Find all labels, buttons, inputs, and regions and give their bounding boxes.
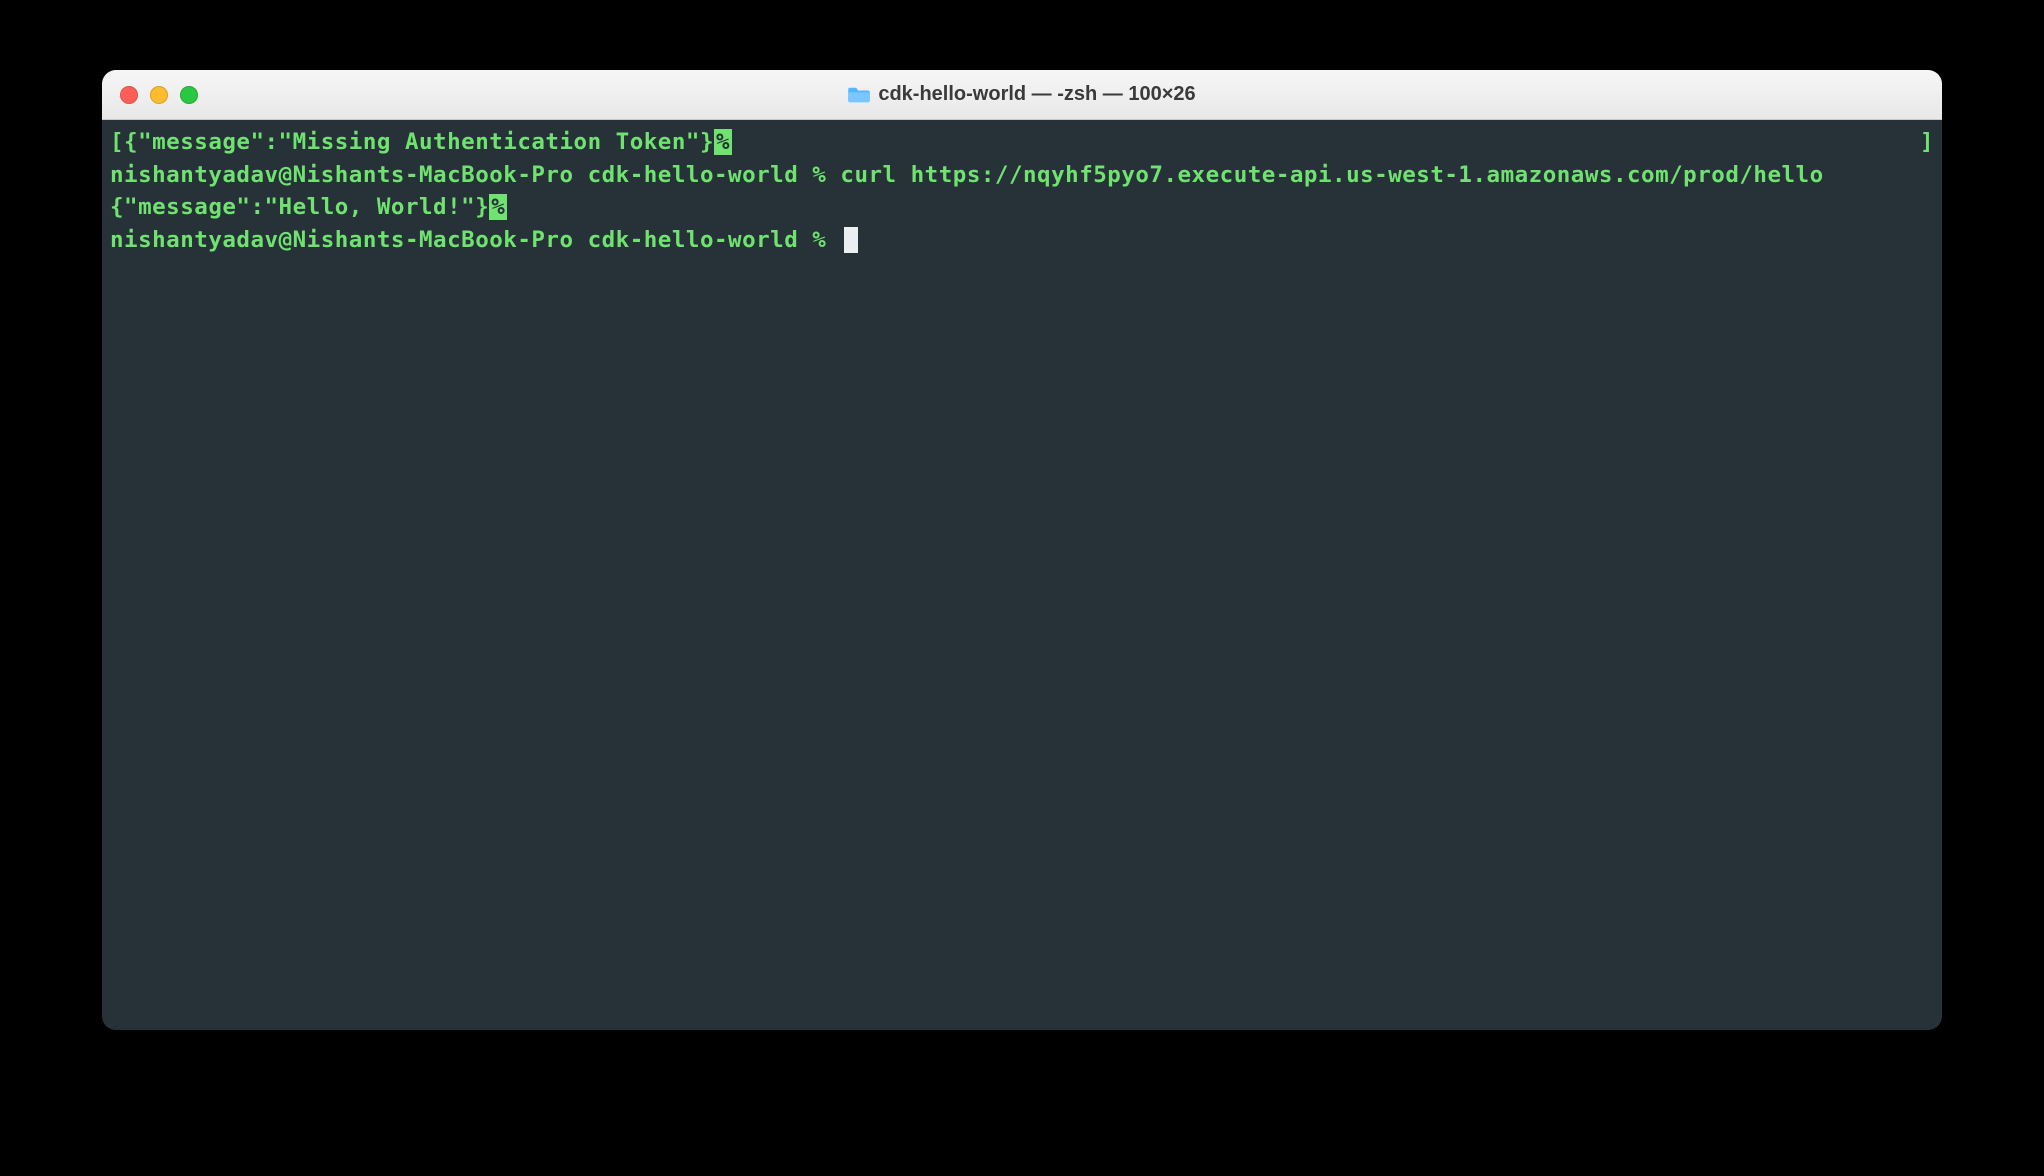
response-text: {"message":"Missing Authentication Token… — [124, 129, 714, 155]
terminal-line: nishantyadav@Nishants-MacBook-Pro cdk-he… — [110, 159, 1934, 192]
traffic-lights — [120, 86, 198, 104]
response-text: {"message":"Hello, World!"} — [110, 194, 489, 220]
close-icon[interactable] — [120, 86, 138, 104]
window-title: cdk-hello-world — -zsh — 100×26 — [102, 83, 1942, 106]
prompt-text: nishantyadav@Nishants-MacBook-Pro cdk-he… — [110, 162, 840, 188]
eol-marker-icon: % — [714, 129, 732, 155]
zoom-icon[interactable] — [180, 86, 198, 104]
terminal-line: [{"message":"Missing Authentication Toke… — [110, 126, 1934, 159]
folder-icon — [848, 86, 870, 104]
window-title-text: cdk-hello-world — -zsh — 100×26 — [878, 83, 1195, 106]
prompt-close-bracket: ] — [1920, 126, 1934, 159]
terminal-line: {"message":"Hello, World!"}% — [110, 191, 1934, 224]
prompt-open-bracket: [ — [110, 129, 124, 155]
terminal-body[interactable]: [{"message":"Missing Authentication Toke… — [102, 120, 1942, 1030]
terminal-line: nishantyadav@Nishants-MacBook-Pro cdk-he… — [110, 224, 1934, 257]
eol-marker-icon: % — [489, 194, 507, 220]
cursor-icon — [844, 227, 858, 253]
terminal-window: cdk-hello-world — -zsh — 100×26 [{"messa… — [102, 70, 1942, 1030]
command-text: curl https://nqyhf5pyo7.execute-api.us-w… — [840, 162, 1823, 188]
titlebar: cdk-hello-world — -zsh — 100×26 — [102, 70, 1942, 120]
prompt-text: nishantyadav@Nishants-MacBook-Pro cdk-he… — [110, 227, 840, 253]
minimize-icon[interactable] — [150, 86, 168, 104]
